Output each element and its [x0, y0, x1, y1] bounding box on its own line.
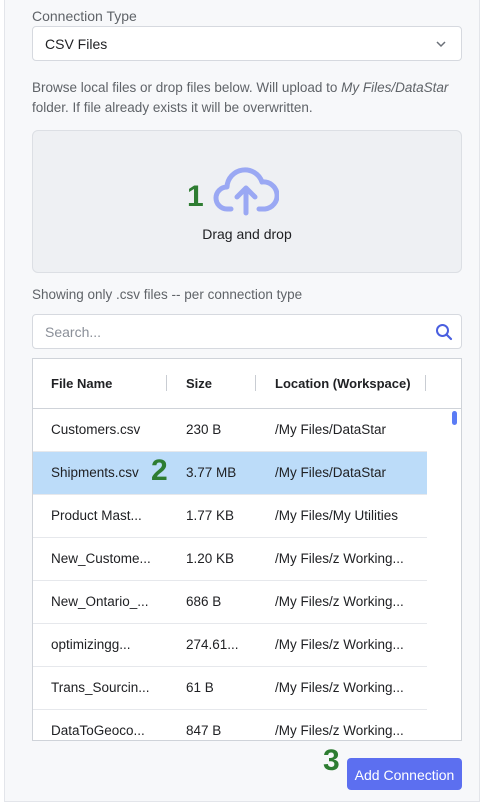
- location-cell: /My Files/z Working...: [275, 637, 404, 652]
- search-icon[interactable]: [435, 323, 453, 341]
- step-marker-3: 3: [323, 744, 340, 777]
- file-name-cell: New_Custome...: [51, 551, 151, 566]
- table-scrollbar[interactable]: [447, 409, 461, 740]
- table-row[interactable]: DataToGeoco... 847 B /My Files/z Working…: [33, 710, 427, 740]
- table-row-selected[interactable]: Shipments.csv 3.77 MB /My Files/DataStar: [33, 452, 427, 495]
- table-row[interactable]: Product Mast... 1.77 KB /My Files/My Uti…: [33, 495, 427, 538]
- column-resize-handle[interactable]: [425, 375, 426, 391]
- scrollbar-thumb[interactable]: [452, 411, 457, 425]
- info-suffix: folder. If file already exists it will b…: [32, 100, 313, 115]
- chevron-down-icon: [436, 41, 446, 48]
- upload-info-text: Browse local files or drop files below. …: [32, 78, 468, 118]
- size-cell: 1.77 KB: [186, 508, 235, 523]
- table-header: File Name Size Location (Workspace): [33, 359, 461, 409]
- size-cell: 847 B: [186, 723, 222, 738]
- step-marker-2: 2: [151, 454, 168, 487]
- connection-type-select[interactable]: CSV Files: [32, 26, 462, 61]
- add-connection-button[interactable]: Add Connection: [347, 758, 462, 790]
- location-cell: /My Files/z Working...: [275, 594, 404, 609]
- info-prefix: Browse local files or drop files below. …: [32, 80, 342, 95]
- file-table: File Name Size Location (Workspace) Cust…: [32, 358, 462, 741]
- location-cell: /My Files/DataStar: [275, 465, 387, 480]
- connection-type-value: CSV Files: [45, 36, 108, 52]
- size-cell: 61 B: [186, 680, 214, 695]
- search-box[interactable]: [32, 314, 462, 349]
- column-header-file-name[interactable]: File Name: [51, 376, 112, 391]
- file-name-cell: New_Ontario_...: [51, 594, 149, 609]
- table-body: Customers.csv 230 B /My Files/DataStar S…: [33, 409, 427, 740]
- file-name-cell: optimizingg...: [51, 637, 131, 652]
- drag-drop-label: Drag and drop: [202, 226, 292, 242]
- location-cell: /My Files/z Working...: [275, 680, 404, 695]
- table-row[interactable]: New_Ontario_... 686 B /My Files/z Workin…: [33, 581, 427, 624]
- step-marker-1: 1: [187, 180, 204, 213]
- info-path: My Files/DataStar: [341, 80, 449, 95]
- file-name-cell: Product Mast...: [51, 508, 142, 523]
- column-resize-handle[interactable]: [255, 375, 256, 391]
- size-cell: 230 B: [186, 422, 222, 437]
- location-cell: /My Files/My Utilities: [275, 508, 399, 523]
- size-cell: 274.61...: [186, 637, 239, 652]
- size-cell: 1.20 KB: [186, 551, 235, 566]
- column-resize-handle[interactable]: [166, 375, 167, 391]
- connection-type-label: Connection Type: [32, 8, 137, 24]
- filter-note: Showing only .csv files -- per connectio…: [32, 287, 303, 302]
- file-dropzone[interactable]: Drag and drop: [32, 130, 462, 273]
- table-row[interactable]: optimizingg... 274.61... /My Files/z Wor…: [33, 624, 427, 667]
- table-row[interactable]: New_Custome... 1.20 KB /My Files/z Worki…: [33, 538, 427, 581]
- search-input[interactable]: [43, 321, 427, 343]
- connection-panel: Connection Type CSV Files Browse local f…: [4, 0, 480, 802]
- location-cell: /My Files/z Working...: [275, 723, 404, 738]
- file-name-cell: Trans_Sourcin...: [51, 680, 150, 695]
- size-cell: 686 B: [186, 594, 222, 609]
- column-header-size[interactable]: Size: [186, 376, 212, 391]
- table-row[interactable]: Trans_Sourcin... 61 B /My Files/z Workin…: [33, 667, 427, 710]
- column-header-location[interactable]: Location (Workspace): [275, 376, 411, 391]
- table-row[interactable]: Customers.csv 230 B /My Files/DataStar: [33, 409, 427, 452]
- file-name-cell: DataToGeoco...: [51, 723, 145, 738]
- file-name-cell: Customers.csv: [51, 422, 141, 437]
- location-cell: /My Files/z Working...: [275, 551, 404, 566]
- size-cell: 3.77 MB: [186, 465, 237, 480]
- cloud-upload-icon: [213, 167, 279, 216]
- location-cell: /My Files/DataStar: [275, 422, 387, 437]
